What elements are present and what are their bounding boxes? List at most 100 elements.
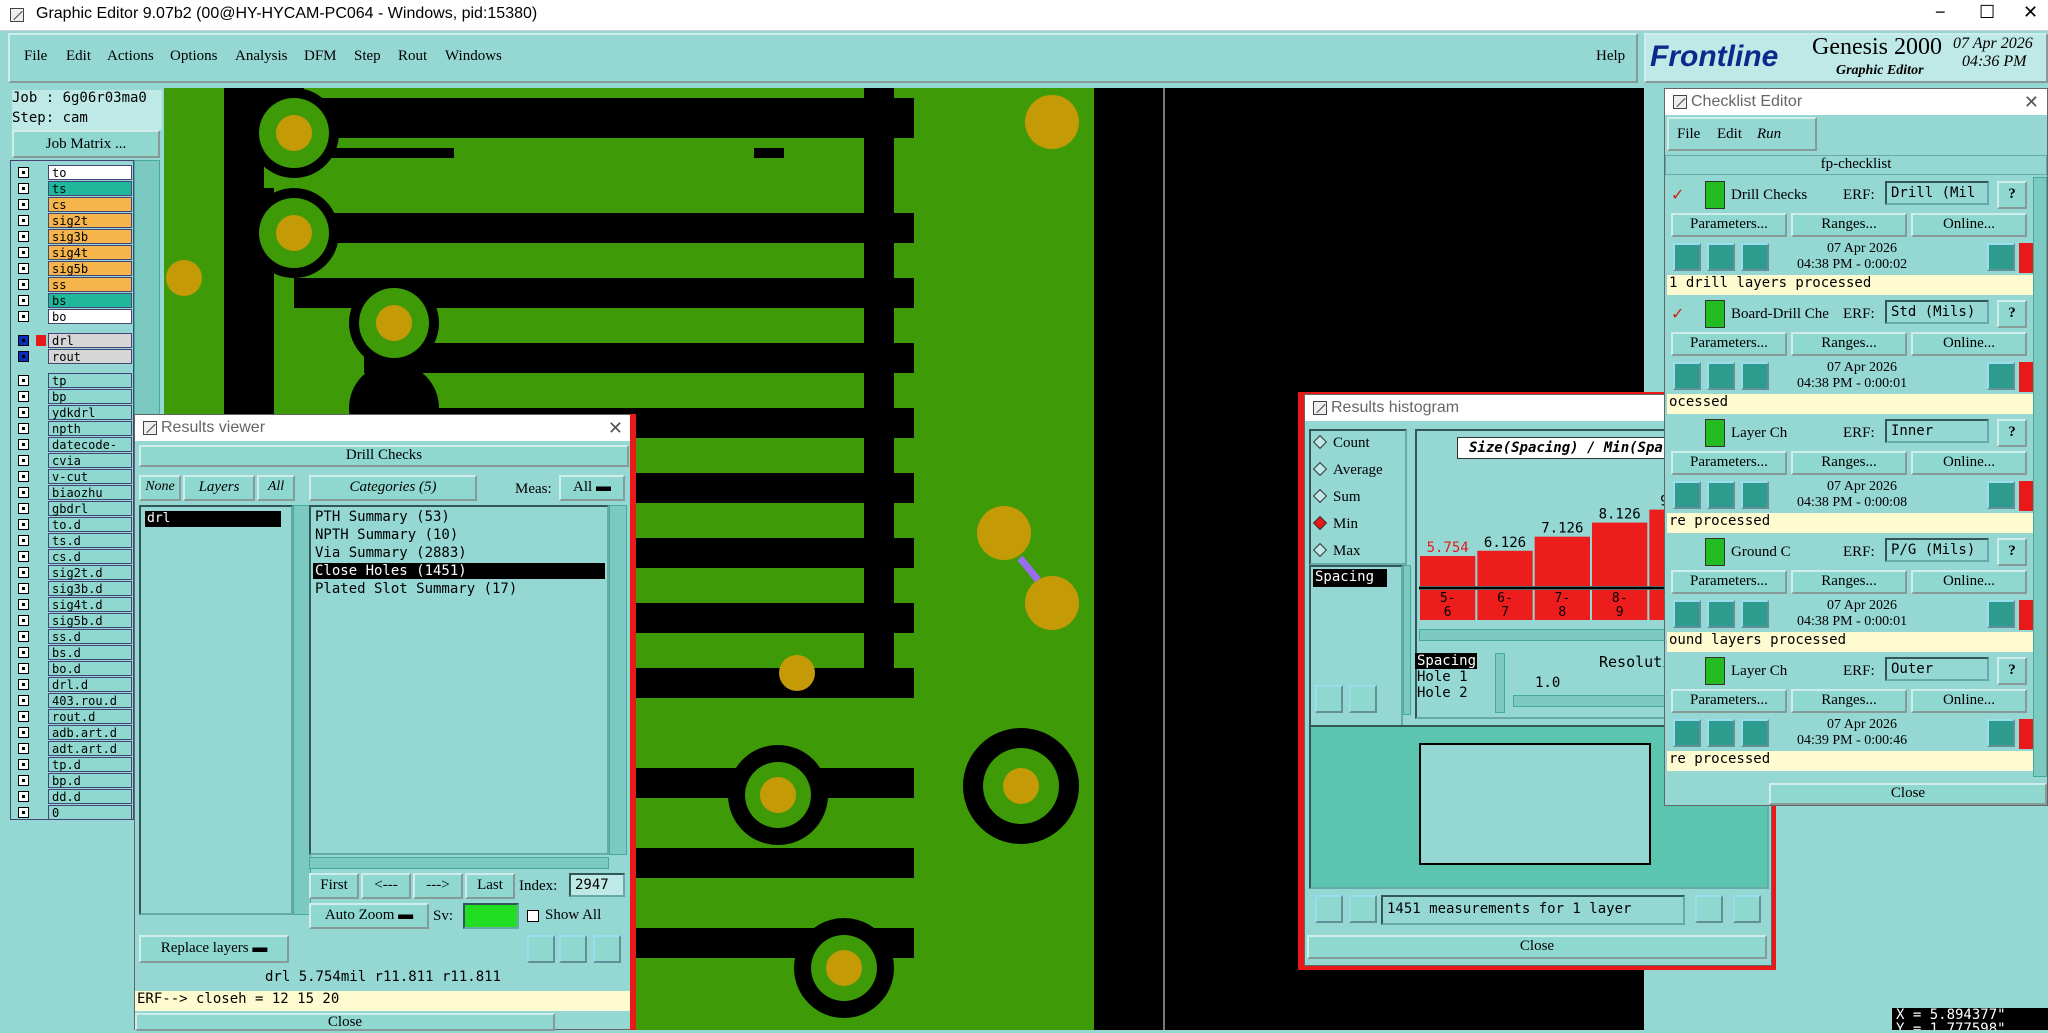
erf-field[interactable]: Inner bbox=[1885, 419, 1989, 443]
chart-options-icon[interactable] bbox=[1695, 895, 1723, 923]
histogram-close-button[interactable]: Close bbox=[1307, 935, 1767, 959]
layer-checkbox-icon[interactable] bbox=[18, 375, 29, 386]
export-icon[interactable] bbox=[1733, 895, 1761, 923]
layer-name[interactable]: ydkdrl bbox=[48, 405, 132, 420]
misc-layer-row-16[interactable]: ss.d bbox=[14, 629, 132, 644]
run-step-icon[interactable] bbox=[1741, 362, 1769, 390]
layer-name[interactable]: bo.d bbox=[48, 661, 132, 676]
radio-icon[interactable] bbox=[1312, 542, 1328, 558]
layer-name[interactable]: ts bbox=[48, 181, 132, 196]
parameters-button[interactable]: Parameters... bbox=[1671, 332, 1787, 356]
misc-layer-row-21[interactable]: rout.d bbox=[14, 709, 132, 724]
board-layer-row-1[interactable]: rout bbox=[14, 349, 132, 364]
online-button[interactable]: Online... bbox=[1911, 689, 2027, 713]
layer-name[interactable]: to.d bbox=[48, 517, 132, 532]
layer-checkbox-icon[interactable] bbox=[18, 439, 29, 450]
categories-list[interactable]: PTH Summary (53) NPTH Summary (10) Via Sum… bbox=[309, 505, 609, 855]
layer-name[interactable]: datecode-pts bbox=[48, 437, 132, 467]
layer-name[interactable]: ss bbox=[48, 277, 132, 292]
option-count[interactable]: Count bbox=[1312, 434, 1370, 452]
ranges-button[interactable]: Ranges... bbox=[1791, 213, 1907, 237]
run-check-icon[interactable] bbox=[1673, 481, 1701, 509]
erf-field[interactable]: Drill (Mil bbox=[1885, 181, 1989, 205]
layer-row-2[interactable]: cs bbox=[14, 197, 132, 212]
misc-layer-row-7[interactable]: biaozhu bbox=[14, 485, 132, 500]
misc-layer-row-10[interactable]: ts.d bbox=[14, 533, 132, 548]
menu-step[interactable]: Step bbox=[354, 48, 381, 65]
checklist-menu-run[interactable]: Run bbox=[1757, 126, 1781, 143]
run-action-icon[interactable] bbox=[1707, 719, 1735, 747]
layer-checkbox-icon[interactable] bbox=[18, 551, 29, 562]
layer-name[interactable]: sig3b.d bbox=[48, 581, 132, 596]
layer-row-5[interactable]: sig4t bbox=[14, 245, 132, 260]
misc-layer-row-18[interactable]: bo.d bbox=[14, 661, 132, 676]
online-button[interactable]: Online... bbox=[1911, 570, 2027, 594]
layer-name[interactable]: rout.d bbox=[48, 709, 132, 724]
ref-icon[interactable] bbox=[559, 935, 587, 963]
layer-checkbox-icon[interactable] bbox=[18, 391, 29, 402]
measure-scrollbar[interactable] bbox=[1403, 565, 1411, 715]
ref-icon[interactable] bbox=[1349, 895, 1377, 923]
close-icon[interactable]: ✕ bbox=[2024, 89, 2039, 115]
layer-name[interactable]: bp bbox=[48, 389, 132, 404]
layer-row-4[interactable]: sig3b bbox=[14, 229, 132, 244]
layer-checkbox-icon[interactable] bbox=[18, 263, 29, 274]
check-enabled-icon[interactable]: ✓ bbox=[1671, 185, 1684, 205]
zoom-icon[interactable] bbox=[1987, 243, 2015, 271]
layer-name[interactable]: bo bbox=[48, 309, 132, 324]
run-action-icon[interactable] bbox=[1707, 481, 1735, 509]
misc-layer-row-3[interactable]: npth bbox=[14, 421, 132, 436]
layer-name[interactable]: sig4t.d bbox=[48, 597, 132, 612]
layer-checkbox-icon[interactable] bbox=[18, 487, 29, 498]
category-item[interactable]: PTH Summary (53) bbox=[313, 509, 605, 525]
layer-checkbox-icon[interactable] bbox=[18, 231, 29, 242]
layer-name[interactable]: to bbox=[48, 165, 132, 180]
close-icon[interactable]: ✕ bbox=[608, 415, 623, 441]
layer-name[interactable]: bs.d bbox=[48, 645, 132, 660]
misc-layer-row-24[interactable]: tp.d bbox=[14, 757, 132, 772]
close-button[interactable]: ✕ bbox=[2023, 2, 2038, 23]
layer-checkbox-icon[interactable] bbox=[18, 711, 29, 722]
prev-button[interactable]: <--- bbox=[361, 873, 411, 899]
variable-scrollbar[interactable] bbox=[1495, 653, 1505, 713]
checklist-menu-edit[interactable]: Edit bbox=[1717, 126, 1742, 143]
layer-name[interactable]: sig3b bbox=[48, 229, 132, 244]
zoom-icon[interactable] bbox=[1987, 362, 2015, 390]
misc-layer-row-0[interactable]: tp bbox=[14, 373, 132, 388]
misc-layer-row-11[interactable]: cs.d bbox=[14, 549, 132, 564]
categories-hscrollbar[interactable] bbox=[309, 857, 609, 869]
layer-name[interactable]: sig2t bbox=[48, 213, 132, 228]
zoom-icon[interactable] bbox=[1987, 600, 2015, 628]
layer-list-item[interactable]: drl bbox=[145, 511, 281, 527]
erf-field[interactable]: P/G (Mils) bbox=[1885, 538, 1989, 562]
run-step-icon[interactable] bbox=[1741, 481, 1769, 509]
menu-edit[interactable]: Edit bbox=[66, 48, 91, 65]
online-button[interactable]: Online... bbox=[1911, 213, 2027, 237]
none-button[interactable]: None bbox=[139, 475, 181, 501]
show-all-checkbox[interactable] bbox=[527, 910, 539, 922]
layer-name[interactable]: cvia bbox=[48, 453, 132, 468]
menu-options[interactable]: Options bbox=[170, 48, 218, 65]
ranges-button[interactable]: Ranges... bbox=[1791, 570, 1907, 594]
layer-checkbox-icon[interactable] bbox=[18, 599, 29, 610]
category-item[interactable]: Plated Slot Summary (17) bbox=[313, 581, 605, 597]
variable-spacing[interactable]: Spacing bbox=[1415, 653, 1477, 669]
layer-checkbox-icon[interactable] bbox=[18, 535, 29, 546]
layers-list[interactable]: drl bbox=[139, 505, 293, 915]
layer-name[interactable]: 0 bbox=[48, 805, 132, 820]
menu-dfm[interactable]: DFM bbox=[304, 48, 337, 65]
erf-field[interactable]: Std (Mils) bbox=[1885, 300, 1989, 324]
ranges-button[interactable]: Ranges... bbox=[1791, 689, 1907, 713]
help-icon[interactable]: ? bbox=[1997, 419, 2027, 447]
menu-help[interactable]: Help bbox=[1596, 48, 1625, 65]
help-icon[interactable]: ? bbox=[1997, 300, 2027, 328]
layer-name[interactable]: sig4t bbox=[48, 245, 132, 260]
layer-checkbox-icon[interactable] bbox=[18, 423, 29, 434]
categories-button[interactable]: Categories (5) bbox=[309, 475, 477, 501]
layer-name[interactable]: rout bbox=[48, 349, 132, 364]
run-step-icon[interactable] bbox=[1741, 600, 1769, 628]
index-field[interactable]: 2947 bbox=[569, 873, 625, 897]
layer-name[interactable]: drl.d bbox=[48, 677, 132, 692]
radio-icon[interactable] bbox=[1312, 461, 1328, 477]
layer-checkbox-icon[interactable] bbox=[18, 167, 29, 178]
